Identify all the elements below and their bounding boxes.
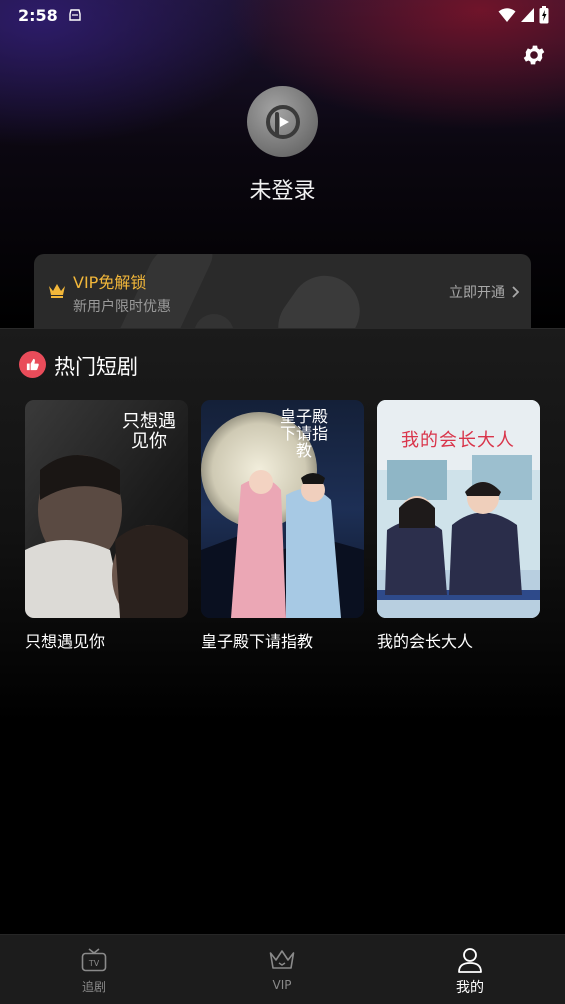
drama-card[interactable]: 我的会长大人 我的会长大人 (377, 400, 540, 652)
drama-card[interactable]: 皇子殿下请指教 皇子殿下请指教 (201, 400, 364, 652)
cover-title-text: 皇子殿下请指教 (279, 407, 328, 460)
user-icon (458, 948, 482, 973)
settings-gear-icon[interactable] (521, 42, 547, 68)
nav-label: 追剧 (81, 980, 106, 994)
drama-cover[interactable]: 皇子殿下请指教 (201, 400, 364, 618)
drama-title: 只想遇见你 (25, 632, 106, 651)
cover-title-text: 只想遇见你 (122, 411, 176, 452)
chevron-right-icon (512, 286, 519, 298)
cover-title-text: 我的会长大人 (401, 430, 515, 451)
section-title: 热门短剧 (54, 355, 138, 379)
vip-promo-card[interactable]: VIP免解锁 新用户限时优惠 立即开通 (34, 254, 531, 334)
signal-icon (521, 8, 534, 22)
vip-title: VIP免解锁 (73, 273, 147, 292)
vip-open-label: 立即开通 (449, 285, 505, 301)
nav-label: VIP (272, 978, 292, 992)
profile-page: 2:58 未登录 VIP免解锁 新用户限时优惠 立即开通 热门短剧 只想遇见你 … (0, 0, 565, 1004)
vip-open-button[interactable]: 立即开通 (449, 282, 519, 302)
status-time: 2:58 (18, 6, 58, 25)
crown-icon (49, 284, 65, 298)
card-decoration (264, 262, 374, 334)
nav-item-vip[interactable]: VIP (188, 935, 376, 1004)
status-bar: 2:58 (0, 0, 565, 32)
wifi-icon (498, 8, 516, 22)
drama-cover[interactable]: 我的会长大人 (377, 400, 540, 618)
battery-icon (539, 6, 549, 24)
bottom-nav: TV 追剧 VIP 我的 (0, 934, 565, 1004)
tv-icon: TV (81, 948, 107, 972)
nav-item-follow[interactable]: TV 追剧 (0, 935, 188, 1004)
nav-label: 我的 (456, 980, 484, 996)
svg-text:TV: TV (88, 959, 100, 968)
app-logo-icon (265, 104, 300, 139)
drama-card[interactable]: 只想遇见你 只想遇见你 (25, 400, 188, 652)
notification-icon (69, 9, 81, 21)
vip-subtitle: 新用户限时优惠 (73, 299, 171, 315)
avatar[interactable] (247, 86, 318, 157)
drama-cover[interactable]: 只想遇见你 (25, 400, 188, 618)
crown-icon (269, 950, 295, 969)
drama-title: 皇子殿下请指教 (201, 632, 314, 651)
login-status-label[interactable]: 未登录 (0, 173, 565, 205)
status-icons (498, 6, 549, 24)
thumbs-up-icon (19, 351, 46, 378)
drama-title: 我的会长大人 (377, 632, 474, 651)
nav-item-mine[interactable]: 我的 (376, 935, 564, 1004)
